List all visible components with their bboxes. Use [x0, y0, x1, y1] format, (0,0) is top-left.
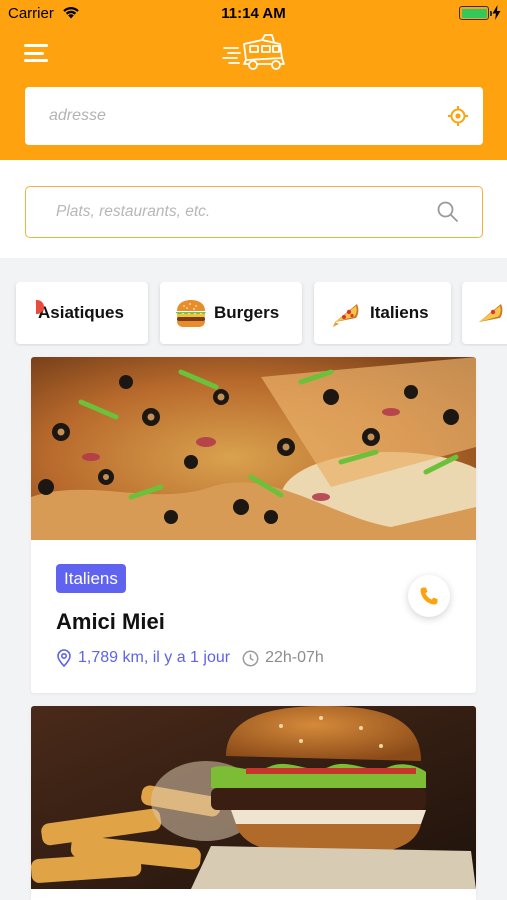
- search-input[interactable]: [56, 187, 426, 236]
- category-badge: Italiens: [56, 564, 126, 593]
- pizza-photo: [31, 357, 476, 540]
- hamburger-menu-icon[interactable]: [24, 44, 48, 62]
- category-chip-burgers[interactable]: Burgers: [160, 282, 302, 344]
- clock-icon: [242, 650, 259, 666]
- phone-icon: [420, 587, 438, 605]
- address-input[interactable]: [49, 87, 429, 145]
- category-label: Burgers: [214, 303, 280, 322]
- category-carousel[interactable]: Asiatiques Burgers Italiens: [0, 282, 507, 346]
- category-chip-partial[interactable]: [462, 282, 507, 344]
- restaurant-card[interactable]: Italiens Amici Miei 1,789 km, il y a 1 j…: [31, 357, 476, 693]
- call-button[interactable]: [408, 575, 450, 617]
- pizza-slice-icon: [333, 304, 359, 327]
- search-icon[interactable]: [437, 201, 458, 222]
- hamburger-icon: [176, 300, 206, 327]
- charging-bolt-icon: [492, 5, 501, 20]
- header: [0, 28, 507, 160]
- gps-target-icon[interactable]: [447, 105, 469, 127]
- battery-icon: [459, 6, 492, 20]
- distance-text: 1,789 km, il y a 1 jour: [78, 649, 231, 666]
- status-time: 11:14 AM: [221, 5, 286, 22]
- opening-hours: 22h-07h: [265, 649, 324, 666]
- category-label: Italiens: [370, 303, 429, 322]
- restaurant-card[interactable]: [31, 706, 476, 900]
- category-chip-italiens[interactable]: Italiens: [314, 282, 451, 344]
- burger-photo: [31, 706, 476, 889]
- pizza-slice-icon: [479, 304, 503, 322]
- address-field[interactable]: [25, 87, 483, 145]
- food-truck-logo-icon: [222, 34, 285, 70]
- category-chip-asiatiques[interactable]: Asiatiques: [16, 282, 148, 344]
- search-section: [0, 160, 507, 258]
- location-pin-icon: [57, 649, 71, 667]
- status-bar: Carrier 11:14 AM: [0, 0, 507, 28]
- search-field[interactable]: [25, 186, 483, 238]
- restaurant-name: Amici Miei: [56, 609, 165, 634]
- restaurant-meta: 1,789 km, il y a 1 jour 22h-07h: [56, 649, 324, 667]
- category-label: Asiatiques: [38, 303, 124, 322]
